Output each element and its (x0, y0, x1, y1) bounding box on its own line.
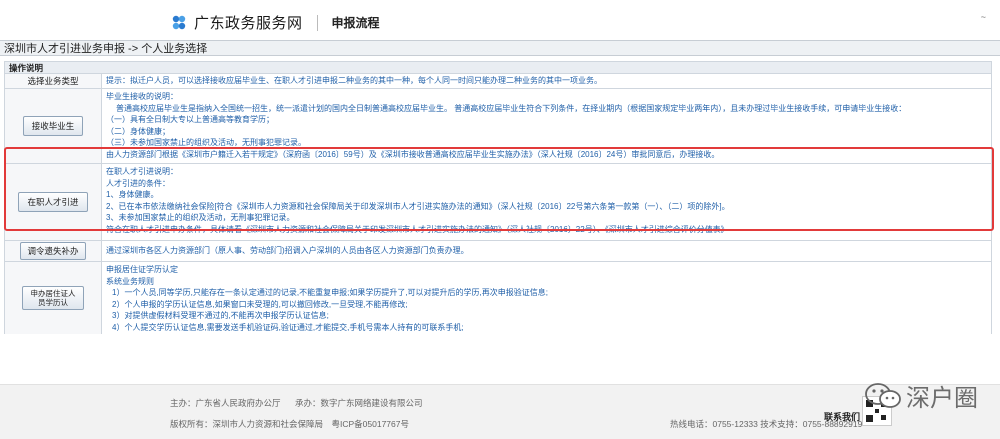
site-logo[interactable]: 广东政务服务网 申报流程 (170, 12, 380, 33)
text-line: （三）未参加国家禁止的组织及活动，无刑事犯罪记录。 (106, 138, 306, 147)
text-line: 3、未参加国家禁止的组织及活动，无刑事犯罪记录。 (106, 213, 295, 222)
text-line: 4）个人提交学历认证信息,需要发送手机验证码,验证通过,才能提交,手机号需本人持… (112, 322, 464, 332)
wechat-icon (864, 381, 902, 411)
transfer-description: 通过深圳市各区人力资源部门（原人事、劳动部门)招调入户深圳的人员由各区人力资源部… (106, 246, 469, 256)
text-line: （一）具有全日制大专以上普通高等教育学历； (106, 115, 274, 124)
contact-us-link[interactable]: 联系我们 (824, 410, 860, 423)
table-row: 接收毕业生 毕业生接收的说明： 普通高校应届毕业生是指纳入全国统一招生，统一派遣… (4, 89, 992, 164)
graduate-description: 毕业生接收的说明： 普通高校应届毕业生是指纳入全国统一招生，统一派遣计划的国内全… (102, 89, 991, 163)
table-row: 在职人才引进 在职人才引进说明： 人才引进的条件： 1、身体健康。 2、已在本市… (4, 164, 992, 241)
footer-undertake: 承办：数字广东网络建设有限公司 (295, 398, 423, 408)
logo-divider (316, 14, 318, 31)
page-title: 申报流程 (331, 16, 380, 30)
gd-logo-icon (170, 14, 188, 32)
footer-host: 主办：广东省人民政府办公厅 (170, 398, 281, 408)
top-right-mark: ~ (980, 12, 986, 22)
talent-cell: 在职人才引进 (5, 164, 102, 240)
text-line: （二）身体健康； (106, 126, 170, 136)
site-footer: 主办：广东省人民政府办公厅 承办：数字广东网络建设有限公司 版权所有：深圳市人力… (0, 384, 1000, 439)
text-line: 毕业生接收的说明： (106, 92, 178, 101)
footer-copyright: 版权所有：深圳市人力资源和社会保障局 粤ICP备05017767号 (170, 419, 409, 429)
graduate-cell: 接收毕业生 (5, 89, 102, 163)
select-type-label: 选择业务类型 (5, 74, 102, 88)
residence-degree-cert-button[interactable]: 申办居住证人员学历认 (22, 286, 84, 310)
watermark: 深户圈 (864, 378, 978, 413)
watermark-text: 深户圈 (906, 384, 978, 412)
table-row: 申办居住证人员学历认 申报居住证学历认定 系统业务规则 1）一个人员,同等学历,… (4, 262, 992, 334)
cert-description: 申报居住证学历认定 系统业务规则 1）一个人员,同等学历,只能存在一条认定通过的… (102, 262, 991, 334)
text-line: 1）一个人员,同等学历,只能存在一条认定通过的记录,不能重复申报;如果学历提升了… (112, 288, 549, 297)
cert-cell: 申办居住证人员学历认 (5, 262, 102, 334)
logo-text: 广东政务服务网 (194, 15, 303, 32)
text-line: 在职人才引进说明： (106, 167, 178, 176)
text-line: 符合在职人才引进申办条件，具体请看《深圳市人力资源和社会保障局关于印发深圳市人才… (106, 224, 729, 234)
text-line: 2、已在本市依法缴纳社会保险[符合《深圳市人力资源和社会保障局关于印发深圳市人才… (106, 201, 730, 211)
site-header: 广东政务服务网 申报流程 ~ (0, 0, 1000, 40)
transfer-cell: 调令遗失补办 (5, 241, 102, 261)
text-line: 由人力资源部门根据《深圳市户籍迁入若干规定》（深府函〔2016〕59号）及《深圳… (106, 149, 720, 159)
table-row: 调令遗失补办 通过深圳市各区人力资源部门（原人事、劳动部门)招调入户深圳的人员由… (4, 241, 992, 262)
business-table: 操作说明 选择业务类型 提示：拟迁户人员，可以选择接收应届毕业生、在职人才引进申… (4, 61, 994, 334)
breadcrumb: 深圳市人才引进业务申报 -> 个人业务选择 (0, 40, 1000, 56)
text-line: 普通高校应届毕业生是指纳入全国统一招生，统一派遣计划的国内全日制普通高校应届毕业… (116, 103, 907, 113)
text-line: 3）对提供虚假材料受理不通过的,不能再次申报学历认证信息; (112, 311, 329, 320)
transfer-order-reissue-button[interactable]: 调令遗失补办 (20, 242, 86, 260)
receive-graduate-button[interactable]: 接收毕业生 (22, 116, 84, 136)
text-line: 申报居住证学历认定 (106, 265, 178, 274)
select-type-tip: 提示：拟迁户人员，可以选择接收应届毕业生、在职人才引进申报二种业务的其中一种，每… (106, 76, 602, 85)
table-row: 选择业务类型 提示：拟迁户人员，可以选择接收应届毕业生、在职人才引进申报二种业务… (4, 74, 992, 89)
text-line: 系统业务规则 (106, 276, 154, 286)
section-title: 操作说明 (4, 61, 992, 74)
text-line: 2）个人申报的学历认证信息,如果窗口未受理的,可以撤回修改,一旦受理,不能再修改… (112, 299, 408, 309)
text-line: 人才引进的条件： (106, 178, 170, 188)
text-line: 1、身体健康。 (106, 190, 159, 199)
talent-introduction-button[interactable]: 在职人才引进 (18, 192, 88, 212)
talent-description: 在职人才引进说明： 人才引进的条件： 1、身体健康。 2、已在本市依法缴纳社会保… (102, 164, 991, 240)
